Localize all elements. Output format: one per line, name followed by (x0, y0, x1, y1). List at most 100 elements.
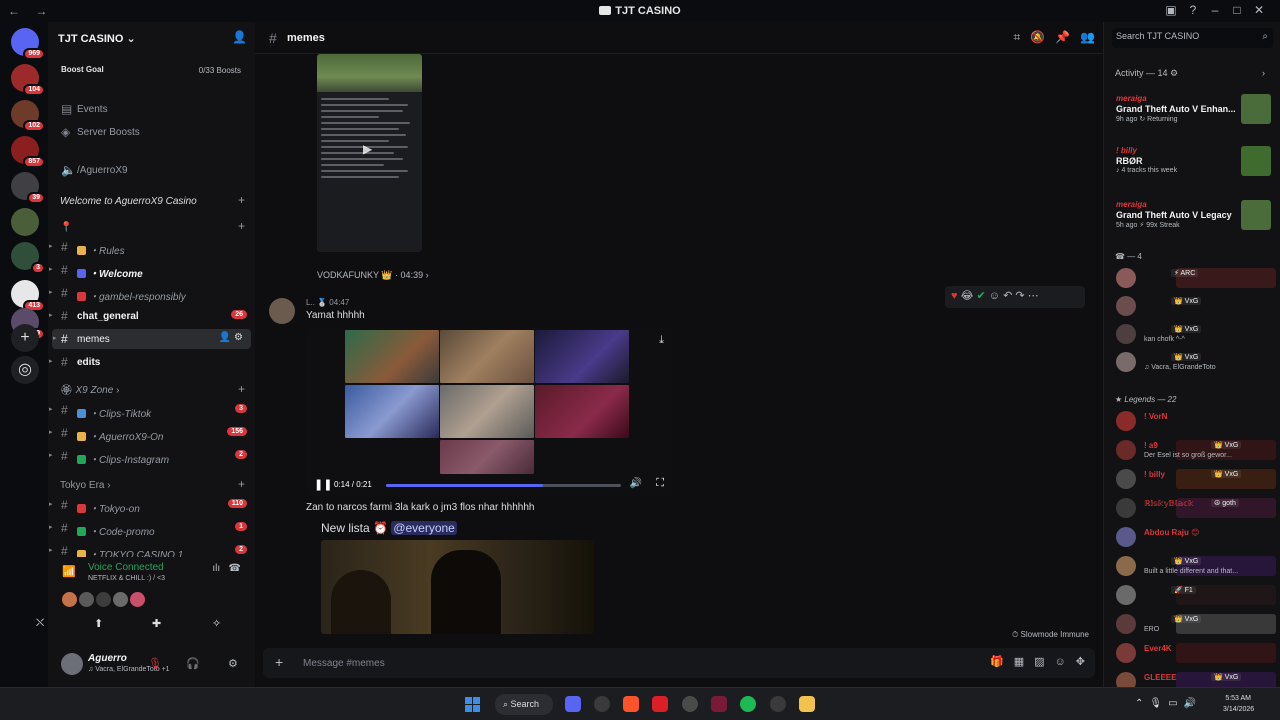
download-icon[interactable]: ⤓ (659, 334, 664, 347)
member-list-icon[interactable]: 👥 (1080, 30, 1095, 44)
category-welcome[interactable]: Welcome to AguerroX9 Casino + (48, 191, 255, 211)
heart-reaction[interactable]: ♥ (951, 290, 958, 302)
mic-muted-icon[interactable]: 🎙 (148, 657, 162, 670)
server-icon-server-2[interactable]: 104 (11, 64, 45, 96)
start-windows-icon[interactable] (465, 697, 480, 712)
collapse-arrow-icon[interactable]: ▸ (49, 523, 53, 531)
add-channel-icon[interactable]: + (238, 477, 245, 491)
minimize-button[interactable]: – (1204, 3, 1226, 17)
disconnect-icon[interactable]: ☎ (229, 563, 241, 574)
avatar[interactable] (79, 592, 94, 607)
server-icon-server-8[interactable]: 413 (11, 280, 45, 312)
discord-app-icon[interactable] (565, 696, 581, 712)
add-user-icon[interactable]: 👤 (232, 30, 247, 44)
settings-gear-icon[interactable]: ⚙ (228, 657, 238, 670)
collapse-arrow-icon[interactable]: ▸ (49, 546, 53, 554)
add-channel-icon[interactable]: + (238, 382, 245, 396)
message-input[interactable] (303, 655, 903, 671)
member-item[interactable]: Abdou Raju 😊 (1116, 527, 1276, 549)
channel-1[interactable]: ▸ # ・Tokyo-on 110 (48, 495, 255, 515)
avatar[interactable] (130, 592, 145, 607)
collapse-arrow-icon[interactable]: ▸ (49, 288, 53, 296)
spotify-app-icon[interactable] (740, 696, 756, 712)
app-icon[interactable] (711, 696, 727, 712)
gift-icon[interactable]: 🎁 (990, 656, 1004, 668)
play-icon[interactable]: ▶ (363, 142, 372, 156)
file-explorer-icon[interactable] (799, 696, 815, 712)
server-icon-server-5[interactable]: 39 (11, 172, 45, 204)
gif-icon[interactable]: ▦ (1014, 656, 1024, 668)
chrome-app-icon[interactable] (594, 696, 610, 712)
fullscreen-icon[interactable]: ⛶ (656, 477, 664, 490)
embedded-image[interactable] (321, 540, 594, 634)
channel-1[interactable]: ▸ # ・Rules (48, 237, 255, 257)
laugh-reaction[interactable]: 😂 (961, 290, 974, 302)
settings-gear-icon[interactable]: ⚙ (234, 332, 243, 343)
noise-icon[interactable]: ılı (212, 563, 220, 574)
channel-2[interactable]: ▸ # ・Welcome (48, 260, 255, 280)
taskbar-search[interactable]: ⌕ Search (495, 694, 553, 715)
forwarded-from[interactable]: VODKAFUNKY 👑 · 04:39 › (317, 270, 429, 281)
inbox-icon[interactable]: ▣ (1160, 3, 1182, 17)
maximize-button[interactable]: □ (1226, 3, 1248, 17)
sticker-icon[interactable]: ▨ (1034, 656, 1044, 668)
member-item[interactable]: ! billy 👑 VxG (1116, 469, 1276, 491)
add-reaction-icon[interactable]: ☺ (989, 290, 1000, 302)
camera-off-icon[interactable]: ⛌ (36, 617, 44, 630)
member-item[interactable]: 👑 VxG Built a little different and that..… (1116, 556, 1276, 578)
avatar[interactable] (96, 592, 111, 607)
mention-everyone[interactable]: @everyone (391, 521, 457, 535)
collapse-arrow-icon[interactable]: ▸ (49, 311, 53, 319)
category-tokyo[interactable]: Tokyo Era › + (48, 475, 255, 495)
brave-app-icon[interactable] (623, 696, 639, 712)
message-author-time[interactable]: L.. 🥈 04:47 (306, 298, 349, 307)
user-name[interactable]: Aguerro (88, 653, 127, 664)
server-icon-home[interactable]: 969 (11, 28, 45, 60)
video-player[interactable]: ⤓ ❚❚ 0:14 / 0:21 🔊 ⛶ (306, 328, 672, 496)
member-item[interactable]: Ever4K (1116, 643, 1276, 665)
channel-2[interactable]: ▸ # ・Code-promo 1 (48, 518, 255, 538)
more-icon[interactable]: ⋯ (1028, 290, 1039, 302)
server-header[interactable]: TJT CASINO ⌄ 👤 (48, 22, 255, 54)
member-item[interactable]: 👑 VxG ♫ Vacra, ElGrandeToto (1116, 352, 1276, 374)
chrome-app-icon[interactable] (770, 696, 786, 712)
collapse-arrow-icon[interactable]: ▸ (49, 242, 53, 250)
reply-icon[interactable]: ↶ (1003, 290, 1012, 302)
channel-3[interactable]: ▸ # ・gambel-responsibly (48, 283, 255, 303)
add-channel-icon[interactable]: + (238, 219, 245, 233)
server-icon-server-3[interactable]: 102 (11, 100, 45, 132)
collapse-arrow-icon[interactable]: ▸ (49, 451, 53, 459)
channel-6[interactable]: ▸ # edits (48, 352, 255, 372)
discover-compass-icon[interactable]: ◎ (11, 356, 39, 384)
collapse-arrow-icon[interactable]: ▸ (49, 357, 53, 365)
activities-icon[interactable]: ✚ (152, 617, 161, 630)
member-item[interactable]: 👑 VxG kan chofk ^-^ (1116, 324, 1276, 346)
member-item[interactable]: 👑 VxG (1116, 296, 1276, 318)
collapse-arrow-icon[interactable]: ▸ (49, 405, 53, 413)
collapse-arrow-icon[interactable]: ▸ (49, 428, 53, 436)
channel-1[interactable]: ▸ # ・Clips-Tiktok 3 (48, 400, 255, 420)
threads-icon[interactable]: ⌗ (1013, 30, 1020, 44)
server-boosts-item[interactable]: ◈ Server Boosts (48, 122, 255, 142)
screenshare-icon[interactable]: ⬆ (94, 617, 103, 630)
avatar[interactable] (113, 592, 128, 607)
embedded-video-thumbnail[interactable]: ▶ (317, 54, 422, 252)
server-icon-server-7[interactable]: 3 (11, 242, 45, 274)
github-app-icon[interactable] (682, 696, 698, 712)
member-item[interactable]: ! a9 👑 VxG Der Esel ist so groß gewor... (1116, 440, 1276, 462)
deafen-icon[interactable]: 🎧 (186, 657, 200, 670)
close-button[interactable]: ✕ (1248, 3, 1270, 17)
system-tray[interactable]: ⌃🎙▭🔊 (1135, 698, 1202, 709)
member-item[interactable]: ℝ𝕚𝕤𝕜𝕪𝔹𝕝𝕒𝕔𝕜 ☮ goth (1116, 498, 1276, 520)
collapse-arrow-icon[interactable]: ▸ (49, 500, 53, 508)
acrobat-app-icon[interactable] (652, 696, 668, 712)
activity-card[interactable]: meraiga Grand Theft Auto V Enhan... 9h ago… (1116, 94, 1276, 130)
category-pin[interactable]: 📍 + (48, 217, 255, 237)
collapse-arrow-icon[interactable]: ▸ (53, 334, 57, 342)
events-item[interactable]: ▤ Events (48, 99, 255, 119)
server-icon-server-4[interactable]: 857 (11, 136, 45, 168)
activity-card[interactable]: meraiga Grand Theft Auto V Legacy 5h ago ⚡… (1116, 200, 1276, 236)
clock[interactable]: 5:53 AM 3/14/2026 (1223, 693, 1254, 715)
pause-icon[interactable]: ❚❚ (314, 478, 332, 491)
help-icon[interactable]: ? (1182, 3, 1204, 17)
